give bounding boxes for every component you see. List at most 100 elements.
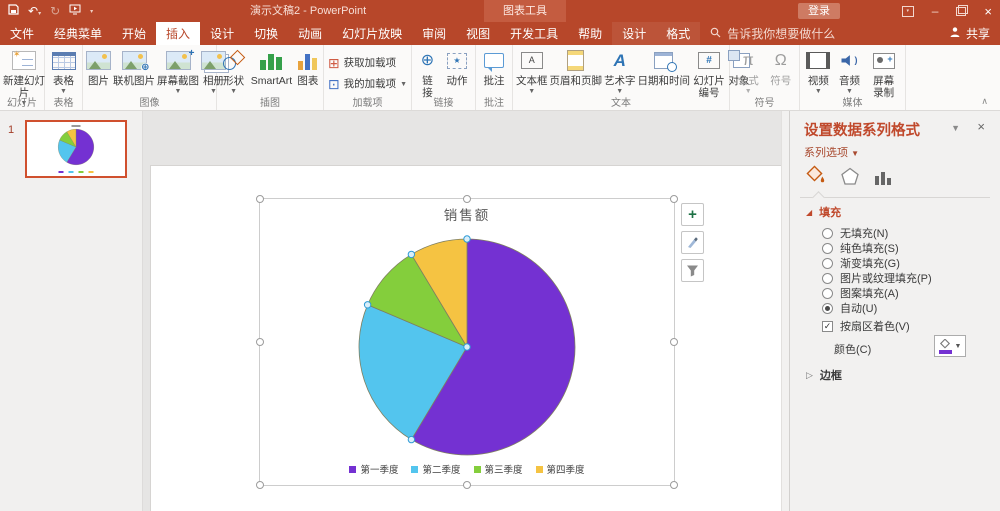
slide-thumbnail[interactable] [25,120,127,178]
vary-colors-checkbox-row[interactable]: ✓ 按扇区着色(V) [822,318,910,334]
resize-handle-se[interactable] [670,481,678,489]
tab-transitions[interactable]: 切换 [244,22,288,45]
resize-handle-nw[interactable] [256,195,264,203]
radio-icon[interactable] [822,242,833,254]
brush-icon [688,237,698,248]
fill-option-solid[interactable]: 纯色填充(S) [822,240,899,256]
pane-options-caret-icon[interactable]: ▼ [951,123,960,133]
tab-slideshow[interactable]: 幻灯片放映 [332,22,412,45]
tab-chart-format[interactable]: 格式 [656,22,701,45]
minimize-icon[interactable]: – [932,5,939,17]
screen-recording-button[interactable]: 屏幕录制 [868,48,900,99]
radio-icon[interactable] [822,287,833,299]
table-button[interactable]: 表格 ▼ [51,48,77,95]
fill-section-header[interactable]: ◢ 填充 [806,204,841,220]
save-icon[interactable] [8,4,19,18]
fill-option-pattern[interactable]: 图案填充(A) [822,285,899,301]
undo-icon[interactable]: ↶▾ [28,5,41,17]
chart-filters-button[interactable] [681,259,704,282]
radio-icon[interactable] [822,257,833,269]
smartart-button[interactable]: SmartArt [250,48,293,87]
start-slideshow-icon[interactable] [69,4,81,18]
action-button[interactable]: ★ 动作 [446,48,469,87]
resize-handle-ne[interactable] [670,195,678,203]
comment-button[interactable]: 批注 [483,48,506,87]
chart-legend[interactable]: 第一季度 第二季度 第三季度 第四季度 [260,462,674,476]
audio-icon: ) [841,55,857,67]
sign-in-button[interactable]: 登录 [798,3,840,19]
tab-file[interactable]: 文件 [0,22,44,45]
chart-elements-button[interactable]: + [681,203,704,226]
legend-item: 第四季度 [535,462,585,476]
wordart-icon [614,51,626,71]
resize-handle-e[interactable] [670,338,678,346]
series-options-tab-icon[interactable] [874,170,892,189]
collapse-triangle-icon: ◢ [806,207,813,217]
customize-qat-icon[interactable]: ▾ [90,8,93,15]
resize-handle-sw[interactable] [256,481,264,489]
get-addins-button[interactable]: ⊞ 获取加载项 [328,55,396,70]
chart-styles-button[interactable] [681,231,704,254]
my-addins-button[interactable]: ⊡ 我的加载项 ▼ [328,76,407,91]
slides-panel: 1 [0,111,143,511]
header-footer-button[interactable]: 页眉和页脚 [549,48,604,87]
slide-number-button[interactable]: 幻灯片编号 [691,48,727,99]
tab-developer[interactable]: 开发工具 [500,22,568,45]
fill-option-automatic[interactable]: 自动(U) [822,300,877,316]
radio-icon[interactable] [822,227,833,239]
pie-chart[interactable] [352,232,582,462]
slide-scrollbar[interactable] [781,111,789,511]
comment-icon [484,53,504,72]
fill-option-no-fill[interactable]: 无填充(N) [822,225,888,241]
tell-me-search[interactable]: 告诉我你想要做什么 [710,22,835,45]
tab-home[interactable]: 开始 [112,22,156,45]
resize-handle-s[interactable] [463,481,471,489]
collapse-ribbon-icon[interactable]: ∧ [981,96,988,107]
video-button[interactable]: 视频 ▼ [805,48,831,95]
ribbon-insert: 新建幻灯片 ▼ 幻灯片 表格 ▼ 表格 图片 [0,45,1000,111]
window-controls: ▾ – × [901,0,992,22]
tab-insert[interactable]: 插入 [156,22,201,45]
online-picture-button[interactable]: ⊕ 联机图片 [112,48,156,87]
chart-selection-frame[interactable]: 销售额 第一季度 第二季度 第三季度 第四季度 [256,195,678,489]
equation-button: π 公式 ▼ [737,51,759,96]
color-picker-button[interactable]: ▼ [934,335,966,357]
fill-option-picture-texture[interactable]: 图片或纹理填充(P) [822,270,932,286]
radio-selected-icon[interactable] [822,302,833,314]
tab-chart-design[interactable]: 设计 [612,22,657,45]
hyperlink-button[interactable]: ⊕ 链接 [419,48,437,99]
tab-design[interactable]: 设计 [200,22,244,45]
pane-close-icon[interactable]: × [977,119,985,134]
ribbon-display-options-icon[interactable]: ▾ [901,5,914,17]
slide-canvas[interactable]: 销售额 第一季度 第二季度 第三季度 第四季度 + [150,165,783,511]
share-button[interactable]: 共享 [949,22,990,45]
chart-button[interactable]: 图表 [296,48,319,87]
tab-view[interactable]: 视图 [456,22,500,45]
resize-handle-w[interactable] [256,338,264,346]
radio-icon[interactable] [822,272,833,284]
chart-title[interactable]: 销售额 [260,204,674,224]
fill-option-gradient[interactable]: 渐变填充(G) [822,255,900,271]
tab-help[interactable]: 帮助 [568,22,612,45]
screenshot-button[interactable]: + 屏幕截图 ▼ [156,48,200,95]
border-section-header[interactable]: ▷ 边框 [806,367,842,383]
series-options-selector[interactable]: 系列选项 ▼ [804,144,859,160]
textbox-button[interactable]: 文本框 ▼ [515,48,549,95]
audio-button[interactable]: ) 音频 ▼ [838,48,861,95]
tab-animations[interactable]: 动画 [288,22,332,45]
picture-button[interactable]: 图片 [85,48,112,87]
tab-review[interactable]: 审阅 [412,22,456,45]
effects-tab-icon[interactable] [840,167,860,189]
shapes-button[interactable]: 形状 ▼ [221,48,247,95]
wordart-button[interactable]: 艺术字 ▼ [603,48,637,95]
tab-classic-menu[interactable]: 经典菜单 [44,22,112,45]
restore-icon[interactable] [956,4,969,16]
date-time-button[interactable]: 日期和时间 [637,48,692,87]
checkbox-checked-icon[interactable]: ✓ [822,320,833,332]
slide-number-icon [698,52,720,69]
group-media: 视频 ▼ ) 音频 ▼ 屏幕录制 媒体 [800,45,906,110]
shapes-icon [222,51,246,71]
fill-line-tab-icon[interactable] [804,165,826,189]
resize-handle-n[interactable] [463,195,471,203]
close-icon[interactable]: × [984,5,992,18]
